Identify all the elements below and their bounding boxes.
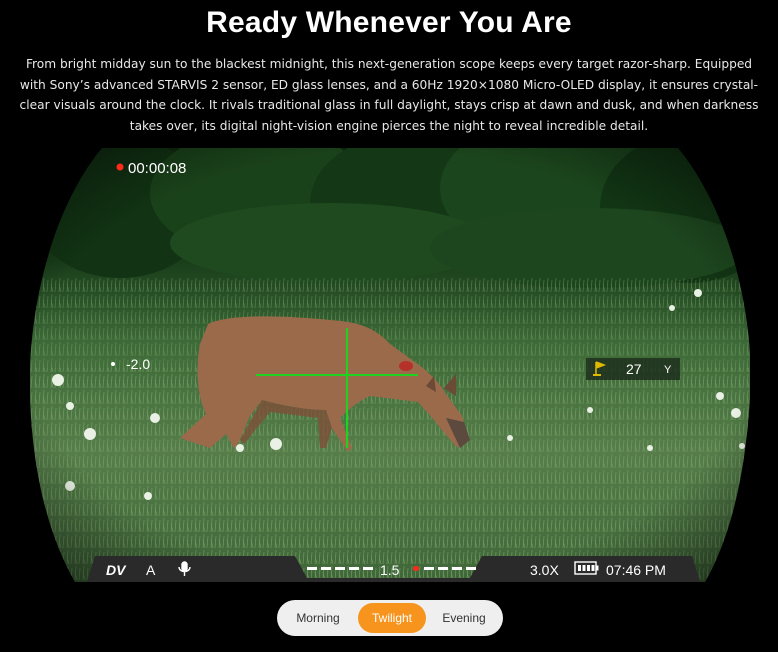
zoom-level: 3.0X — [530, 562, 559, 578]
mode-twilight-button[interactable]: Twilight — [358, 603, 426, 633]
scope-view: 00:00:08 -2.0 27 Y DV A 1.5 3.0X 07:46 P… — [30, 148, 750, 582]
mode-indicator: A — [146, 562, 156, 578]
description: From bright midday sun to the blackest m… — [19, 57, 759, 133]
range-value: 27 — [626, 361, 642, 377]
center-value: 1.5 — [380, 562, 400, 578]
record-timer: 00:00:08 — [128, 160, 186, 177]
page-title: Ready Whenever You Are — [206, 6, 572, 39]
clock-time: 07:46 PM — [606, 562, 666, 578]
mode-evening-button[interactable]: Evening — [430, 603, 498, 633]
record-dot-icon — [116, 163, 124, 171]
marker-dot-icon — [111, 362, 115, 366]
mode-morning-button[interactable]: Morning — [282, 603, 354, 633]
brand-logo: DV — [106, 562, 127, 578]
range-unit: Y — [664, 364, 672, 376]
time-of-day-toggle: Morning Twilight Evening — [277, 600, 503, 636]
range-readout: 27 Y — [586, 358, 680, 380]
level-indicator-left — [307, 567, 373, 570]
left-marker: -2.0 — [126, 356, 150, 372]
